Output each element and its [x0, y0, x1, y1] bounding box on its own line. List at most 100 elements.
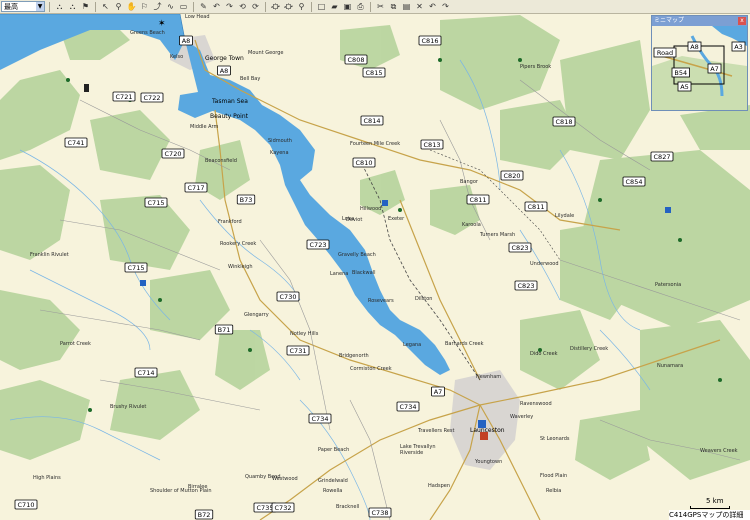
road-shield[interactable]: C715: [124, 262, 148, 273]
place-label: Frankford: [218, 219, 242, 225]
road-shield[interactable]: C714: [134, 367, 158, 378]
new-file-icon[interactable]: □: [316, 1, 327, 12]
road-shield-label: C823: [518, 282, 535, 290]
waypoint-tool-icon[interactable]: ⚐: [139, 1, 150, 12]
pan-hand-icon[interactable]: ✋: [126, 1, 137, 12]
undo-icon[interactable]: ↶: [211, 1, 222, 12]
road-shield[interactable]: C730: [276, 291, 300, 302]
road-shield[interactable]: A8: [179, 35, 193, 46]
chevron-down-icon[interactable]: ▼: [36, 2, 44, 11]
road-shield[interactable]: C818: [552, 116, 576, 127]
paste-icon[interactable]: ▤: [401, 1, 412, 12]
minimap-label-text: A8: [690, 43, 699, 51]
rotate-icon[interactable]: ⟲: [237, 1, 248, 12]
toolbar-separator: [265, 1, 266, 12]
minimap-title: ミニマップ: [654, 17, 685, 24]
edit-redo-icon[interactable]: ↷: [440, 1, 451, 12]
road-shield[interactable]: C738: [368, 507, 392, 518]
route-edit-icon[interactable]: ⛬: [67, 1, 78, 12]
road-shield[interactable]: A7: [431, 386, 445, 397]
road-shield-label: C811: [470, 196, 487, 204]
minimap-label-text: A7: [710, 65, 719, 73]
road-shield[interactable]: C816: [418, 35, 442, 46]
road-shield-label: C722: [144, 94, 161, 102]
road-shield[interactable]: C734: [396, 401, 420, 412]
road-shield[interactable]: C715: [144, 197, 168, 208]
road-shield-label: C816: [422, 37, 439, 45]
road-shield-label: C731: [290, 347, 307, 355]
road-shield[interactable]: C731: [286, 345, 310, 356]
place-label: Youngtown: [474, 459, 502, 465]
minimap-canvas[interactable]: A8 A3 Road A7 B54 A5: [652, 26, 747, 110]
road-shield[interactable]: C823: [514, 280, 538, 291]
road-shield[interactable]: C820: [500, 170, 524, 181]
place-label: Bracknell: [336, 504, 359, 510]
toolbar-separator: [370, 1, 371, 12]
rotate-back-icon[interactable]: ⟳: [250, 1, 261, 12]
place-label: Glengarry: [244, 312, 269, 318]
road-shield[interactable]: C720: [161, 148, 185, 159]
edit-undo-icon[interactable]: ↶: [427, 1, 438, 12]
road-shield-label: C717: [188, 184, 205, 192]
place-label: Lanena: [330, 271, 348, 277]
road-shield[interactable]: C854: [622, 176, 646, 187]
select-tool-icon[interactable]: ↖: [100, 1, 111, 12]
road-shield[interactable]: A8: [217, 65, 231, 76]
road-shield[interactable]: C734: [308, 413, 332, 424]
route-tool-icon[interactable]: ⤴: [152, 1, 163, 12]
map-canvas[interactable]: ✶ Low Head Greens Beach Kelso George Town Mo…: [0, 14, 750, 520]
cut-icon[interactable]: ✂: [375, 1, 386, 12]
minimap-panel[interactable]: ミニマップ x A8 A3 Road A7 B54 A5: [651, 15, 748, 111]
highlight-icon[interactable]: ✎: [198, 1, 209, 12]
road-shield[interactable]: B71: [214, 324, 234, 335]
place-label: Quamby Bend: [245, 474, 281, 480]
road-shield[interactable]: C808: [344, 54, 368, 65]
track-tool-icon[interactable]: ∿: [165, 1, 176, 12]
road-shield[interactable]: C811: [524, 201, 548, 212]
road-shield[interactable]: C815: [362, 67, 386, 78]
measure-tool-icon[interactable]: ▭: [178, 1, 189, 12]
zoom-level-select[interactable]: 最高 ▼: [1, 1, 45, 12]
road-shield[interactable]: C741: [64, 137, 88, 148]
save-icon[interactable]: ▣: [342, 1, 353, 12]
place-label: Winkleigh: [228, 264, 253, 270]
road-shield[interactable]: C810: [352, 157, 376, 168]
delete-icon[interactable]: ✕: [414, 1, 425, 12]
road-shield[interactable]: C723: [306, 239, 330, 250]
road-shield[interactable]: C722: [140, 92, 164, 103]
place-label: Beauty Point: [210, 113, 249, 120]
find-nearby-icon[interactable]: ⛮: [283, 1, 294, 12]
place-label: Notley Hills: [290, 331, 319, 337]
road-shield-label: A8: [220, 67, 229, 75]
road-shield-label: C827: [654, 153, 671, 161]
open-folder-icon[interactable]: ▰: [329, 1, 340, 12]
road-shield[interactable]: C732: [271, 502, 295, 513]
route-icon[interactable]: ⛬: [54, 1, 65, 12]
road-shield[interactable]: C827: [650, 151, 674, 162]
redo-icon[interactable]: ↷: [224, 1, 235, 12]
print-icon[interactable]: ⎙: [355, 1, 366, 12]
road-shield[interactable]: C813: [420, 139, 444, 150]
road-shield[interactable]: B72: [194, 509, 214, 520]
track-icon[interactable]: ⚑: [80, 1, 91, 12]
road-shield-label: C720: [165, 150, 182, 158]
minimap-label: A5: [677, 81, 692, 92]
toolbar-separator: [193, 1, 194, 12]
road-shield[interactable]: C721: [112, 91, 136, 102]
close-icon[interactable]: x: [738, 17, 746, 25]
find-icon[interactable]: ⛮: [270, 1, 281, 12]
status-text: C414GPSマップの詳細: [669, 511, 744, 519]
road-shield[interactable]: C811: [466, 194, 490, 205]
road-shield[interactable]: C710: [14, 499, 38, 510]
place-label: Greens Beach: [130, 30, 165, 36]
road-shield[interactable]: C823: [508, 242, 532, 253]
status-bar: C414GPSマップの詳細: [669, 510, 750, 520]
zoom-tool-icon[interactable]: ⚲: [113, 1, 124, 12]
place-label: St Leonards: [540, 436, 570, 442]
road-shield[interactable]: C814: [360, 115, 384, 126]
copy-icon[interactable]: ⧉: [388, 1, 399, 12]
road-shield[interactable]: C717: [184, 182, 208, 193]
search-icon[interactable]: ⚲: [296, 1, 307, 12]
road-shield[interactable]: B73: [236, 194, 256, 205]
road-shield-label: C734: [400, 403, 417, 411]
